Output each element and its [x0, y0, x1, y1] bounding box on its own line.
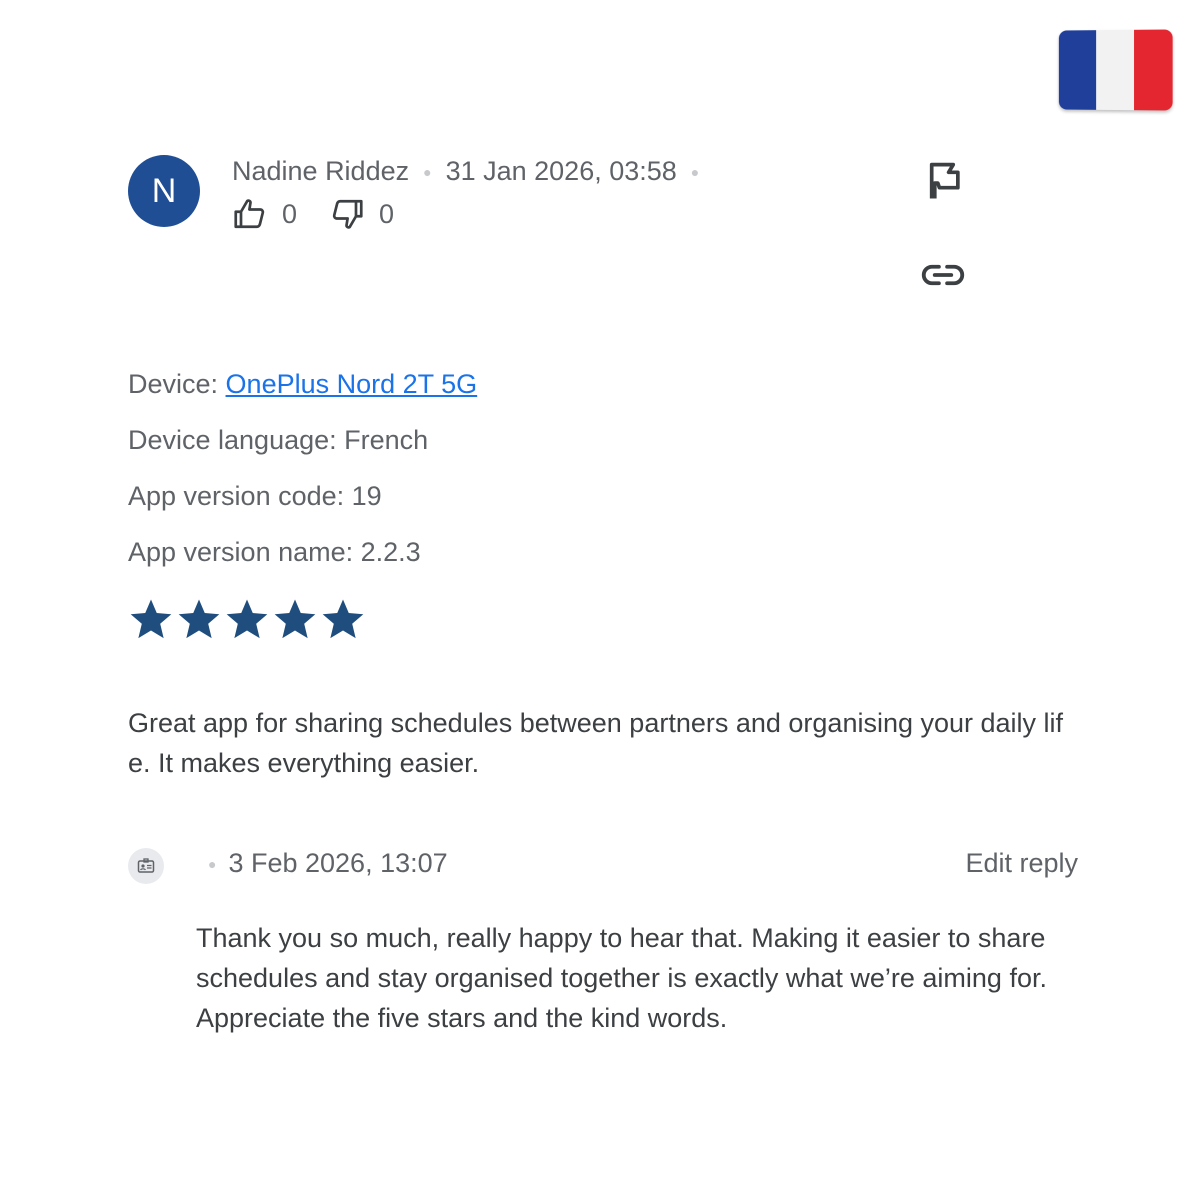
app-version-code: App version code: 19	[128, 481, 382, 511]
device-line: Device: OnePlus Nord 2T 5G	[128, 356, 477, 412]
device-info: Device: OnePlus Nord 2T 5G Device langua…	[128, 356, 477, 580]
app-version-name: App version name: 2.2.3	[128, 537, 421, 567]
device-link[interactable]: OnePlus Nord 2T 5G	[226, 369, 478, 399]
flag-icon[interactable]	[925, 160, 963, 200]
helpfulness-votes: 0 0	[232, 196, 426, 232]
developer-avatar	[128, 848, 164, 884]
author-avatar: N	[128, 155, 200, 227]
reply-text: Thank you so much, really happy to hear …	[196, 923, 1047, 1033]
thumbs-up-count: 0	[282, 198, 298, 229]
thumbs-down-icon[interactable]	[329, 196, 365, 232]
reply-date: 3 Feb 2026, 13:07	[228, 848, 448, 878]
review-text: Great app for sharing schedules between …	[128, 708, 1064, 778]
separator-dot: ●	[208, 855, 217, 872]
star-icon	[226, 599, 268, 639]
device-language: Device language: French	[128, 425, 429, 455]
separator-dot: ●	[690, 163, 700, 180]
review-meta: Nadine Riddez ● 31 Jan 2026, 03:58 ●	[232, 156, 713, 187]
separator-dot: ●	[423, 163, 432, 180]
star-icon	[178, 599, 220, 639]
edit-reply-button[interactable]: Edit reply	[965, 848, 1078, 879]
review-card: N Nadine Riddez ● 31 Jan 2026, 03:58 ● 0…	[0, 0, 1200, 1200]
author-name: Nadine Riddez	[232, 156, 410, 186]
reply-meta: ● 3 Feb 2026, 13:07	[208, 848, 448, 879]
thumbs-up-icon[interactable]	[232, 196, 268, 232]
flag-band-red	[1134, 29, 1173, 111]
star-icon	[274, 599, 316, 639]
device-label: Device:	[128, 369, 226, 399]
star-rating	[128, 596, 368, 642]
star-icon	[130, 599, 172, 639]
review-date: 31 Jan 2026, 03:58	[445, 156, 677, 186]
flag-band-white	[1096, 29, 1135, 111]
link-icon[interactable]	[921, 258, 965, 292]
flag-band-blue	[1058, 30, 1097, 110]
thumbs-down-count: 0	[379, 198, 395, 229]
star-icon	[322, 599, 364, 639]
developer-badge-icon	[137, 858, 155, 873]
france-flag-icon	[1058, 29, 1173, 111]
